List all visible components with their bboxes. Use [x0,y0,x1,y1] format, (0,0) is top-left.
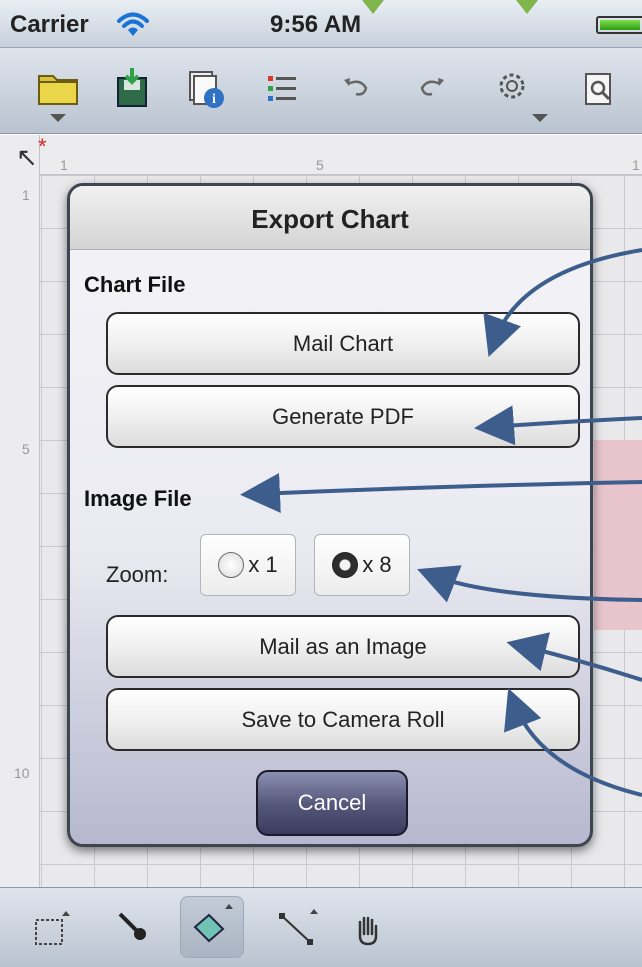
corner-arrow-icon[interactable]: ↖ [16,142,38,173]
mail-image-button[interactable]: Mail as an Image [106,615,580,678]
list-icon[interactable] [260,66,304,110]
info-icon[interactable]: i [184,66,228,110]
image-file-label: Image File [84,486,192,511]
toolbar: i [0,48,642,134]
line-icon[interactable] [276,906,320,950]
zoom-x8-option[interactable]: x 8 [314,534,410,596]
ruler-tick: 5 [316,157,324,173]
eyedropper-icon[interactable] [112,906,156,950]
preview-icon[interactable] [578,66,622,110]
filled-cells [594,440,642,630]
svg-text:i: i [212,92,216,107]
clock: 9:56 AM [270,11,362,38]
zoom-label: Zoom: [106,562,169,587]
hand-icon[interactable] [346,906,390,950]
green-arrow-icon [516,0,538,14]
modified-marker: * [38,134,47,159]
ruler-tick: 10 [14,765,30,781]
save-icon[interactable] [110,66,154,110]
wifi-icon [117,12,149,36]
battery-icon [596,16,642,34]
zoom-x8-label: x 8 [362,552,392,577]
zoom-x1-label: x 1 [248,552,278,577]
dialog-title: Export Chart [251,204,409,234]
export-chart-dialog: Export Chart Chart File Mail Chart Gener… [67,183,593,847]
green-arrow-icon [362,0,384,14]
ruler-tick: 5 [22,441,30,457]
ruler-tick: 1 [22,187,30,203]
generate-pdf-button[interactable]: Generate PDF [106,385,580,448]
ruler-tick: 1 [632,157,640,173]
carrier-label: Carrier [10,11,89,38]
select-icon[interactable] [30,906,74,950]
mail-chart-button[interactable]: Mail Chart [106,312,580,375]
radio-selected-icon [332,552,359,578]
ruler-top: 1 5 1 [0,135,642,175]
settings-icon[interactable] [490,66,548,122]
status-bar: Carrier 9:56 AM [0,0,642,48]
undo-icon[interactable] [334,66,378,110]
ruler-tick: 1 [60,157,68,173]
ruler-left: 1 5 10 [0,135,40,887]
bottom-toolbar [0,887,642,967]
dialog-header: Export Chart [70,186,590,250]
cancel-button[interactable]: Cancel [256,770,408,836]
zoom-x1-option[interactable]: x 1 [200,534,296,596]
chart-file-label: Chart File [84,272,186,297]
redo-icon[interactable] [410,66,454,110]
folder-icon[interactable] [36,66,80,122]
eraser-icon[interactable] [180,896,244,958]
save-camera-roll-button[interactable]: Save to Camera Roll [106,688,580,751]
radio-unselected-icon [218,552,245,578]
